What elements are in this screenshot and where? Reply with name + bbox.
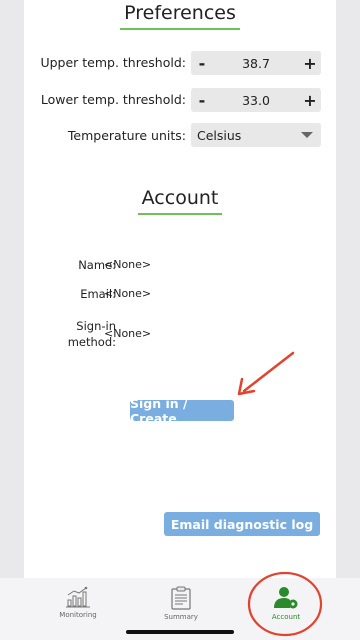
- home-indicator: [126, 630, 234, 634]
- upper-increment-button[interactable]: +: [299, 51, 321, 75]
- settings-card: Preferences Upper temp. threshold: - 38.…: [24, 0, 336, 578]
- highlight-circle-icon: [247, 571, 323, 637]
- nav-monitoring[interactable]: Monitoring: [38, 578, 118, 628]
- lower-threshold-stepper: - 33.0 +: [191, 88, 321, 112]
- nav-monitoring-label: Monitoring: [59, 611, 97, 619]
- nav-summary-label: Summary: [164, 613, 198, 621]
- email-diagnostic-log-button[interactable]: Email diagnostic log: [164, 512, 320, 536]
- account-title: Account: [24, 187, 336, 215]
- dropdown-caret-icon: [301, 132, 313, 138]
- name-value: <None>: [104, 258, 152, 271]
- signin-create-button[interactable]: Sign in / Create: [130, 396, 234, 426]
- nav-summary[interactable]: Summary: [141, 578, 221, 628]
- lower-decrement-button[interactable]: -: [191, 88, 213, 112]
- temperature-units-label: Temperature units:: [67, 128, 186, 143]
- signin-method-value: <None>: [104, 327, 152, 340]
- clipboard-icon: [171, 586, 191, 610]
- preferences-title: Preferences: [24, 2, 336, 30]
- temperature-units-value: Celsius: [197, 127, 242, 143]
- upper-decrement-button[interactable]: -: [191, 51, 213, 75]
- annotation-arrow-icon: [237, 351, 295, 396]
- chart-icon: [66, 586, 90, 608]
- lower-increment-button[interactable]: +: [299, 88, 321, 112]
- upper-threshold-label: Upper temp. threshold:: [40, 55, 186, 70]
- lower-threshold-value[interactable]: 33.0: [213, 93, 299, 108]
- temperature-units-select[interactable]: Celsius: [191, 123, 321, 147]
- email-value: <None>: [104, 287, 152, 300]
- lower-threshold-label: Lower temp. threshold:: [40, 92, 186, 107]
- upper-threshold-value[interactable]: 38.7: [213, 56, 299, 71]
- upper-threshold-stepper: - 38.7 +: [191, 51, 321, 75]
